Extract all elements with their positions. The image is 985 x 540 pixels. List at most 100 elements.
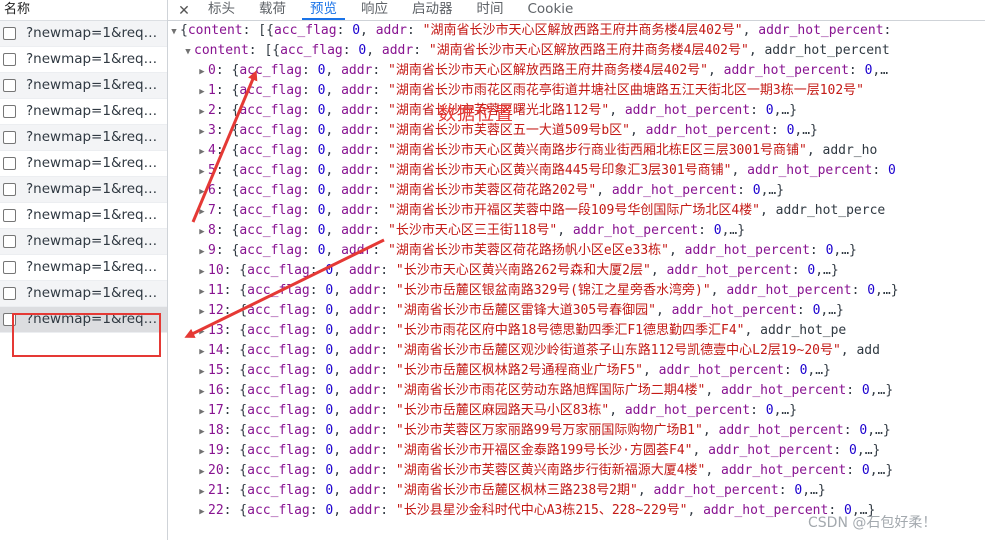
close-icon[interactable]: ✕ — [168, 2, 200, 20]
array-item-row[interactable]: ▶ 9: {acc_flag: 0, addr: "湖南省长沙市芙蓉区荷花路扬帆小… — [168, 241, 985, 261]
request-row[interactable]: ?newmap=1&reqfl... — [0, 229, 167, 255]
content-line[interactable]: ▼ content: [{acc_flag: 0, addr: "湖南省长沙市天心… — [168, 41, 985, 61]
expand-triangle-icon[interactable]: ▶ — [196, 462, 208, 482]
request-checkbox[interactable] — [3, 157, 16, 170]
array-item-row[interactable]: ▶ 11: {acc_flag: 0, addr: "长沙市岳麓区银盆南路329号… — [168, 281, 985, 301]
expand-triangle-icon[interactable]: ▶ — [196, 202, 208, 222]
request-checkbox[interactable] — [3, 235, 16, 248]
array-item-row[interactable]: ▶ 3: {acc_flag: 0, addr: "湖南省长沙市芙蓉区五一大道50… — [168, 121, 985, 141]
root-line[interactable]: ▼ {content: [{acc_flag: 0, addr: "湖南省长沙市天… — [168, 21, 985, 41]
addr-value: "长沙市雨花区府中路18号德思勤四季汇F1德思勤四季汇F4" — [395, 323, 745, 338]
request-checkbox[interactable] — [3, 287, 16, 300]
row-tail: , addr_hot_percent: 0,…} — [637, 483, 826, 498]
request-row[interactable]: ?newmap=1&reqfl... — [0, 73, 167, 99]
request-row[interactable]: ?newmap=1&reqfl... — [0, 203, 167, 229]
array-item-row[interactable]: ▶ 7: {acc_flag: 0, addr: "湖南省长沙市开福区芙蓉中路一段… — [168, 201, 985, 221]
request-row[interactable]: ?newmap=1&reqfl... — [0, 177, 167, 203]
array-item-row[interactable]: ▶ 10: {acc_flag: 0, addr: "长沙市天心区黄兴南路262号… — [168, 261, 985, 281]
expand-triangle-icon[interactable]: ▶ — [196, 322, 208, 342]
tab-2[interactable]: 预览 — [302, 0, 345, 20]
item-index: 10 — [208, 263, 224, 278]
expand-triangle-icon[interactable]: ▶ — [196, 122, 208, 142]
expand-triangle-icon[interactable]: ▶ — [196, 362, 208, 382]
array-item-row[interactable]: ▶ 19: {acc_flag: 0, addr: "湖南省长沙市开福区金泰路19… — [168, 441, 985, 461]
expand-triangle-icon[interactable]: ▶ — [196, 482, 208, 502]
array-item-row[interactable]: ▶ 13: {acc_flag: 0, addr: "长沙市雨花区府中路18号德思… — [168, 321, 985, 341]
tab-5[interactable]: 时间 — [469, 0, 512, 20]
request-row[interactable]: ?newmap=1&reqfl... — [0, 255, 167, 281]
row-tail: , addr_hot_perce — [760, 203, 886, 218]
array-item-row[interactable]: ▶ 14: {acc_flag: 0, addr: "湖南省长沙市岳麓区观沙岭街道… — [168, 341, 985, 361]
row-tail: , addr_hot_percent: 0,…} — [705, 463, 894, 478]
array-item-row[interactable]: ▶ 0: {acc_flag: 0, addr: "湖南省长沙市天心区解放西路王府… — [168, 61, 985, 81]
request-checkbox[interactable] — [3, 183, 16, 196]
expand-triangle-icon[interactable]: ▶ — [196, 222, 208, 242]
array-item-row[interactable]: ▶ 8: {acc_flag: 0, addr: "长沙市天心区三王街118号",… — [168, 221, 985, 241]
tab-6[interactable]: Cookie — [520, 0, 582, 20]
expand-triangle-icon[interactable]: ▶ — [196, 382, 208, 402]
request-checkbox[interactable] — [3, 209, 16, 222]
item-index: 0 — [208, 63, 216, 78]
expand-triangle-icon[interactable]: ▶ — [196, 342, 208, 362]
name-column-header[interactable]: 名称 — [0, 0, 167, 21]
item-index: 13 — [208, 323, 224, 338]
request-row[interactable]: ?newmap=1&reqfl... — [0, 47, 167, 73]
expand-triangle-icon[interactable]: ▶ — [196, 102, 208, 122]
item-index: 18 — [208, 423, 224, 438]
expand-triangle-icon[interactable]: ▶ — [196, 422, 208, 442]
expand-triangle-icon[interactable]: ▼ — [168, 22, 180, 42]
tab-0[interactable]: 标头 — [200, 0, 243, 20]
expand-triangle-icon[interactable]: ▶ — [196, 242, 208, 262]
expand-triangle-icon[interactable]: ▶ — [196, 502, 208, 522]
expand-triangle-icon[interactable]: ▶ — [196, 282, 208, 302]
array-item-row[interactable]: ▶ 17: {acc_flag: 0, addr: "长沙市岳麓区麻园路天马小区8… — [168, 401, 985, 421]
expand-triangle-icon[interactable]: ▶ — [196, 302, 208, 322]
expand-triangle-icon[interactable]: ▶ — [196, 402, 208, 422]
row-tail: , addr_hot_percent: 0 — [731, 163, 896, 178]
array-item-row[interactable]: ▶ 2: {acc_flag: 0, addr: "湖南省长沙市芙蓉区曙光北路11… — [168, 101, 985, 121]
array-item-row[interactable]: ▶ 20: {acc_flag: 0, addr: "湖南省长沙市芙蓉区黄兴南路步… — [168, 461, 985, 481]
request-checkbox[interactable] — [3, 53, 16, 66]
request-row[interactable]: ?newmap=1&reqfl... — [0, 125, 167, 151]
expand-triangle-icon[interactable]: ▶ — [196, 82, 208, 102]
request-row[interactable]: ?newmap=1&reqfl... — [0, 21, 167, 47]
request-checkbox[interactable] — [3, 261, 16, 274]
addr-value: "湖南省长沙市开福区金泰路199号长沙·方圆荟F4" — [395, 443, 693, 458]
tab-3[interactable]: 响应 — [353, 0, 396, 20]
row-tail: , add — [840, 343, 880, 358]
addr-value: "长沙市岳麓区麻园路天马小区83栋" — [395, 403, 610, 418]
array-item-row[interactable]: ▶ 21: {acc_flag: 0, addr: "湖南省长沙市岳麓区枫林三路2… — [168, 481, 985, 501]
request-row[interactable]: ?newmap=1&reqfl... — [0, 281, 167, 307]
array-item-row[interactable]: ▶ 6: {acc_flag: 0, addr: "湖南省长沙市芙蓉区荷花路202… — [168, 181, 985, 201]
array-item-row[interactable]: ▶ 15: {acc_flag: 0, addr: "长沙市岳麓区枫林路2号通程商… — [168, 361, 985, 381]
array-item-row[interactable]: ▶ 1: {acc_flag: 0, addr: "湖南省长沙市雨花区雨花亭街道井… — [168, 81, 985, 101]
item-index: 14 — [208, 343, 224, 358]
request-checkbox[interactable] — [3, 79, 16, 92]
array-item-row[interactable]: ▶ 16: {acc_flag: 0, addr: "湖南省长沙市雨花区劳动东路旭… — [168, 381, 985, 401]
expand-triangle-icon[interactable]: ▶ — [196, 442, 208, 462]
expand-triangle-icon[interactable]: ▶ — [196, 182, 208, 202]
request-row[interactable]: ?newmap=1&reqfl... — [0, 151, 167, 177]
tab-1[interactable]: 载荷 — [251, 0, 294, 20]
expand-triangle-icon[interactable]: ▶ — [196, 262, 208, 282]
request-checkbox[interactable] — [3, 27, 16, 40]
array-item-row[interactable]: ▶ 12: {acc_flag: 0, addr: "湖南省长沙市岳麓区雷锋大道3… — [168, 301, 985, 321]
request-name: ?newmap=1&reqfl... — [26, 285, 161, 301]
addr-value: "湖南省长沙市岳麓区雷锋大道305号春御园" — [395, 303, 657, 318]
expand-triangle-icon[interactable]: ▶ — [196, 62, 208, 82]
addr-value: "湖南省长沙市雨花区劳动东路旭辉国际广场二期4楼" — [395, 383, 706, 398]
expand-triangle-icon[interactable]: ▶ — [196, 162, 208, 182]
request-checkbox[interactable] — [3, 131, 16, 144]
request-checkbox[interactable] — [3, 105, 16, 118]
item-index: 8 — [208, 223, 216, 238]
array-item-row[interactable]: ▶ 18: {acc_flag: 0, addr: "长沙市芙蓉区万家丽路99号万… — [168, 421, 985, 441]
expand-triangle-icon[interactable]: ▼ — [182, 42, 194, 62]
array-item-row[interactable]: ▶ 4: {acc_flag: 0, addr: "湖南省长沙市天心区黄兴南路步行… — [168, 141, 985, 161]
addr-value: "长沙县星沙金科时代中心A3栋215、228~229号" — [395, 503, 688, 518]
request-name: ?newmap=1&reqfl... — [26, 233, 161, 249]
tab-4[interactable]: 启动器 — [404, 0, 461, 20]
expand-triangle-icon[interactable]: ▶ — [196, 142, 208, 162]
request-row[interactable]: ?newmap=1&reqfl... — [0, 99, 167, 125]
array-item-row[interactable]: ▶ 5: {acc_flag: 0, addr: "湖南省长沙市天心区黄兴南路44… — [168, 161, 985, 181]
addr-value: "湖南省长沙市雨花区雨花亭街道井塘社区曲塘路五江天街北区一期3栋一层102号" — [388, 83, 865, 98]
